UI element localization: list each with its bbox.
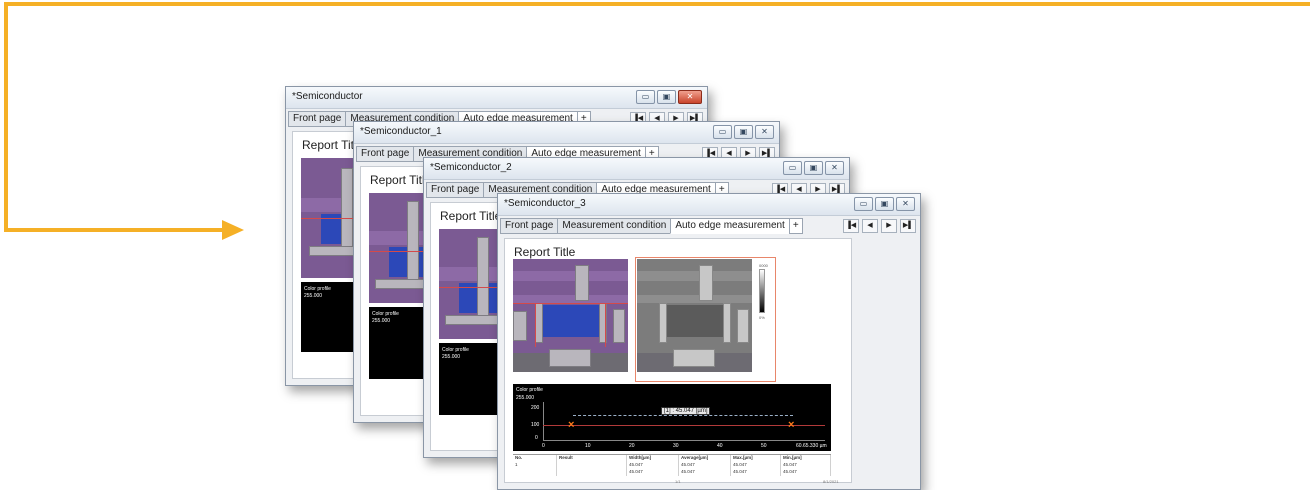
add-tab-button[interactable]: + <box>788 218 803 234</box>
report-date: 8/1/2021 <box>823 479 839 484</box>
cell-no: 1 <box>513 462 557 469</box>
tab-bar: Front page Measurement condition Auto ed… <box>498 216 920 235</box>
header-max: Max.[µm] <box>731 455 781 462</box>
cell-result <box>557 462 627 469</box>
header-min: Min.[µm] <box>781 455 831 462</box>
cell-width: 45.047 <box>627 462 679 469</box>
close-icon[interactable]: ✕ <box>825 161 844 175</box>
profile-label: Color profile <box>516 387 543 393</box>
measurement-guide-line <box>573 415 793 416</box>
report-title: Report Title <box>514 245 576 259</box>
profile-line <box>543 425 825 426</box>
close-icon[interactable]: ✕ <box>755 125 774 139</box>
color-scale-max: 0000 <box>759 263 768 268</box>
edge-marker-right: × <box>788 419 795 431</box>
tab-front-page[interactable]: Front page <box>426 182 484 198</box>
y-tick-0: 0 <box>535 435 538 441</box>
title-bar[interactable]: *Semiconductor_3 ▭ ▣ ✕ <box>498 194 920 216</box>
header-no: No. <box>513 455 557 462</box>
color-profile-chart: Color profile 255.000 200 100 0 [1] : 45… <box>513 384 831 451</box>
tab-front-page[interactable]: Front page <box>500 218 558 234</box>
x-tick-20: 20 <box>629 443 635 449</box>
title-bar[interactable]: *Semiconductor ▭ ▣ ✕ <box>286 87 707 109</box>
selection-frame[interactable] <box>635 257 776 382</box>
x-tick-30: 30 <box>673 443 679 449</box>
table-header: No. Result Width[µm] Average[µm] Max.[µm… <box>513 455 831 462</box>
minimize-icon[interactable]: ▭ <box>713 125 732 139</box>
profile-max: 255.000 <box>304 293 323 299</box>
tab-auto-edge-measurement[interactable]: Auto edge measurement <box>670 218 789 234</box>
maximize-icon[interactable]: ▣ <box>734 125 753 139</box>
first-page-icon[interactable]: ▐◀ <box>843 219 859 233</box>
tab-measurement-condition[interactable]: Measurement condition <box>557 218 671 234</box>
profile-label: Color profile <box>304 286 331 292</box>
report-window-3[interactable]: *Semiconductor_3 ▭ ▣ ✕ Front page Measur… <box>497 193 921 490</box>
cell-max: 45.047 <box>731 462 781 469</box>
table-row: 45.047 45.047 45.047 45.047 <box>513 469 831 476</box>
tab-front-page[interactable]: Front page <box>288 111 346 127</box>
page-number: 1/1 <box>675 479 681 484</box>
y-axis <box>543 402 544 440</box>
edge-marker-left: × <box>568 419 575 431</box>
minimize-icon[interactable]: ▭ <box>783 161 802 175</box>
maximize-icon[interactable]: ▣ <box>657 90 676 104</box>
cell-result <box>557 469 627 476</box>
x-tick-end: 60.65.330 µm <box>796 443 827 449</box>
cell-average: 45.047 <box>679 469 731 476</box>
result-table: No. Result Width[µm] Average[µm] Max.[µm… <box>513 454 831 476</box>
x-tick-0: 0 <box>542 443 545 449</box>
color-scale-min: 0% <box>759 315 765 320</box>
profile-label: Color profile <box>442 347 469 353</box>
profile-label: Color profile <box>372 311 399 317</box>
y-tick-200: 200 <box>531 405 540 411</box>
semiconductor-image <box>513 259 628 372</box>
prev-page-icon[interactable]: ◀ <box>862 219 878 233</box>
header-width: Width[µm] <box>627 455 679 462</box>
window-title: *Semiconductor_3 <box>504 198 586 209</box>
cell-width: 45.047 <box>627 469 679 476</box>
cell-max: 45.047 <box>731 469 781 476</box>
report-page: Report Title 0000 0% Color profile 255.0… <box>504 238 852 484</box>
x-tick-40: 40 <box>717 443 723 449</box>
x-tick-50: 50 <box>761 443 767 449</box>
minimize-icon[interactable]: ▭ <box>854 197 873 211</box>
title-bar[interactable]: *Semiconductor_1 ▭ ▣ ✕ <box>354 122 779 144</box>
window-title: *Semiconductor <box>292 91 363 102</box>
table-row: 1 45.047 45.047 45.047 45.047 <box>513 462 831 469</box>
next-page-icon[interactable]: ▶ <box>881 219 897 233</box>
report-title: Report Title <box>440 209 502 223</box>
close-icon[interactable]: ✕ <box>896 197 915 211</box>
cell-min: 45.047 <box>781 462 831 469</box>
color-scale-bar <box>759 269 765 313</box>
y-tick-100: 100 <box>531 422 540 428</box>
profile-max: 255.000 <box>372 318 391 324</box>
maximize-icon[interactable]: ▣ <box>875 197 894 211</box>
header-average: Average[µm] <box>679 455 731 462</box>
maximize-icon[interactable]: ▣ <box>804 161 823 175</box>
cell-no <box>513 469 557 476</box>
minimize-icon[interactable]: ▭ <box>636 90 655 104</box>
measurement-value: [1] : 45.047 [µm] <box>661 407 711 415</box>
last-page-icon[interactable]: ▶▌ <box>900 219 916 233</box>
profile-max: 255.000 <box>516 395 535 401</box>
window-title: *Semiconductor_2 <box>430 162 512 173</box>
x-axis <box>543 440 825 441</box>
cell-min: 45.047 <box>781 469 831 476</box>
title-bar[interactable]: *Semiconductor_2 ▭ ▣ ✕ <box>424 158 849 180</box>
x-tick-10: 10 <box>585 443 591 449</box>
profile-max: 255.000 <box>442 354 461 360</box>
window-title: *Semiconductor_1 <box>360 126 442 137</box>
tab-front-page[interactable]: Front page <box>356 146 414 162</box>
close-icon[interactable]: ✕ <box>678 90 702 104</box>
header-result: Result <box>557 455 627 462</box>
cell-average: 45.047 <box>679 462 731 469</box>
